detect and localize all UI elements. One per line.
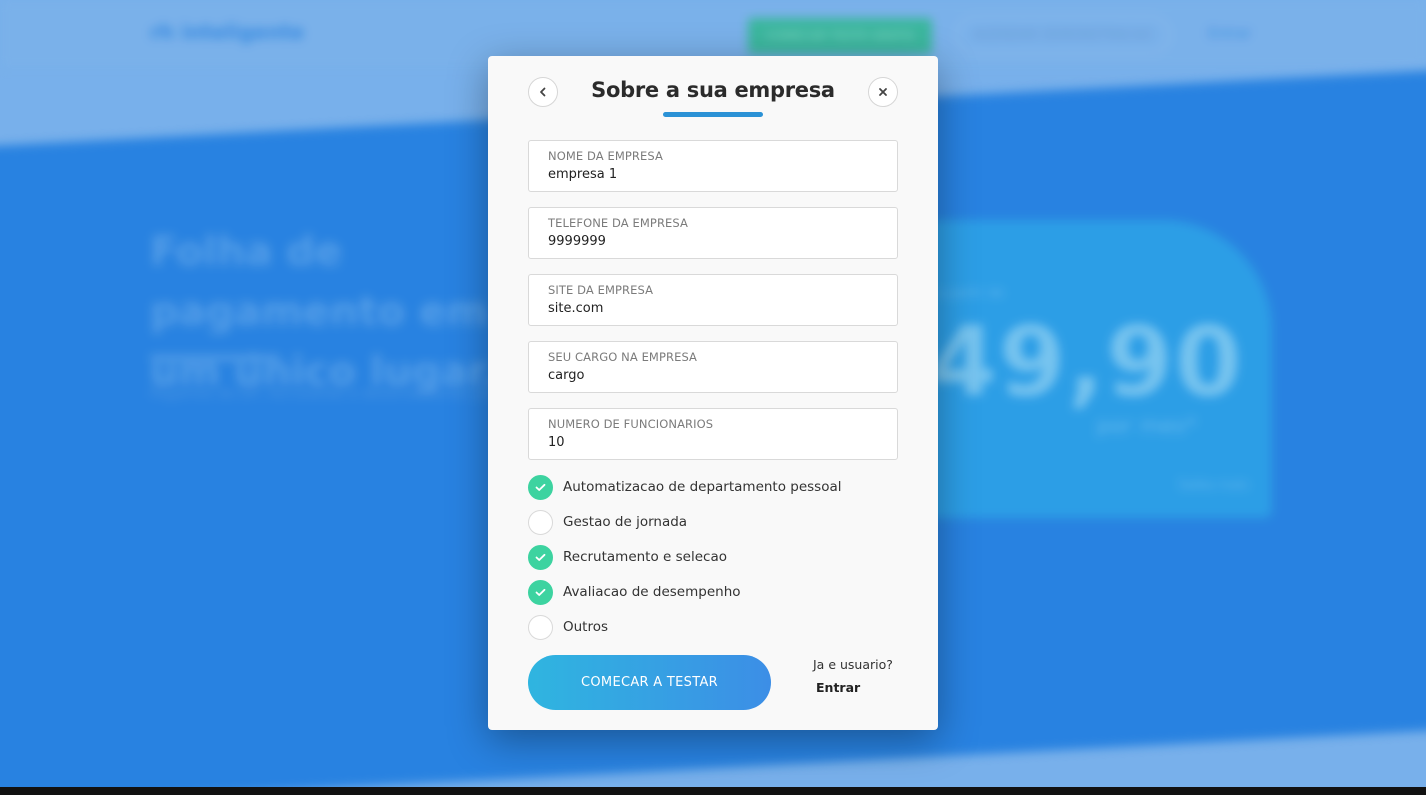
start-testing-button[interactable]: COMECAR A TESTAR [528, 655, 771, 710]
option-recruitment-label: Recrutamento e selecao [563, 549, 727, 565]
employee-count-label: NUMERO DE FUNCIONARIOS [548, 417, 714, 431]
employee-count-field[interactable]: NUMERO DE FUNCIONARIOS [528, 408, 898, 460]
check-icon [535, 483, 546, 491]
company-name-label: NOME DA EMPRESA [548, 149, 663, 163]
check-icon [535, 588, 546, 596]
company-phone-label: TELEFONE DA EMPRESA [548, 216, 688, 230]
checkbox-performance[interactable] [528, 579, 553, 605]
check-icon [535, 553, 546, 561]
close-button[interactable] [868, 77, 898, 107]
job-title-label: SEU CARGO NA EMPRESA [548, 350, 698, 364]
option-automation-label: Automatizacao de departamento pessoal [563, 479, 842, 495]
company-site-field[interactable]: SITE DA EMPRESA [528, 274, 898, 326]
option-time-management-label: Gestao de jornada [563, 514, 688, 530]
option-time-management[interactable]: Gestao de jornada [528, 509, 687, 535]
option-others[interactable]: Outros [528, 614, 608, 640]
option-recruitment[interactable]: Recrutamento e selecao [528, 544, 727, 570]
company-site-input[interactable] [548, 301, 878, 316]
option-others-label: Outros [563, 619, 609, 635]
option-automation[interactable]: Automatizacao de departamento pessoal [528, 474, 842, 500]
checkbox-recruitment[interactable] [528, 544, 553, 570]
existing-user-question: Ja e usuario? [813, 657, 893, 672]
option-performance[interactable]: Avaliacao de desempenho [528, 579, 741, 605]
login-link[interactable]: Entrar [816, 680, 860, 695]
company-info-modal: Sobre a sua empresa NOME DA EMPRESA TELE… [488, 56, 938, 730]
company-name-field[interactable]: NOME DA EMPRESA [528, 140, 898, 192]
checkbox-time-management[interactable] [528, 509, 553, 535]
job-title-field[interactable]: SEU CARGO NA EMPRESA [528, 341, 898, 393]
checkbox-automation[interactable] [528, 474, 553, 500]
company-phone-field[interactable]: TELEFONE DA EMPRESA [528, 207, 898, 259]
company-phone-input[interactable] [548, 234, 878, 249]
option-performance-label: Avaliacao de desempenho [563, 584, 741, 600]
employee-count-input[interactable] [548, 435, 878, 450]
close-icon [879, 88, 887, 96]
checkbox-others[interactable] [528, 614, 553, 640]
job-title-input[interactable] [548, 368, 878, 383]
company-site-label: SITE DA EMPRESA [548, 283, 654, 297]
company-name-input[interactable] [548, 167, 878, 182]
title-underline [663, 112, 763, 117]
